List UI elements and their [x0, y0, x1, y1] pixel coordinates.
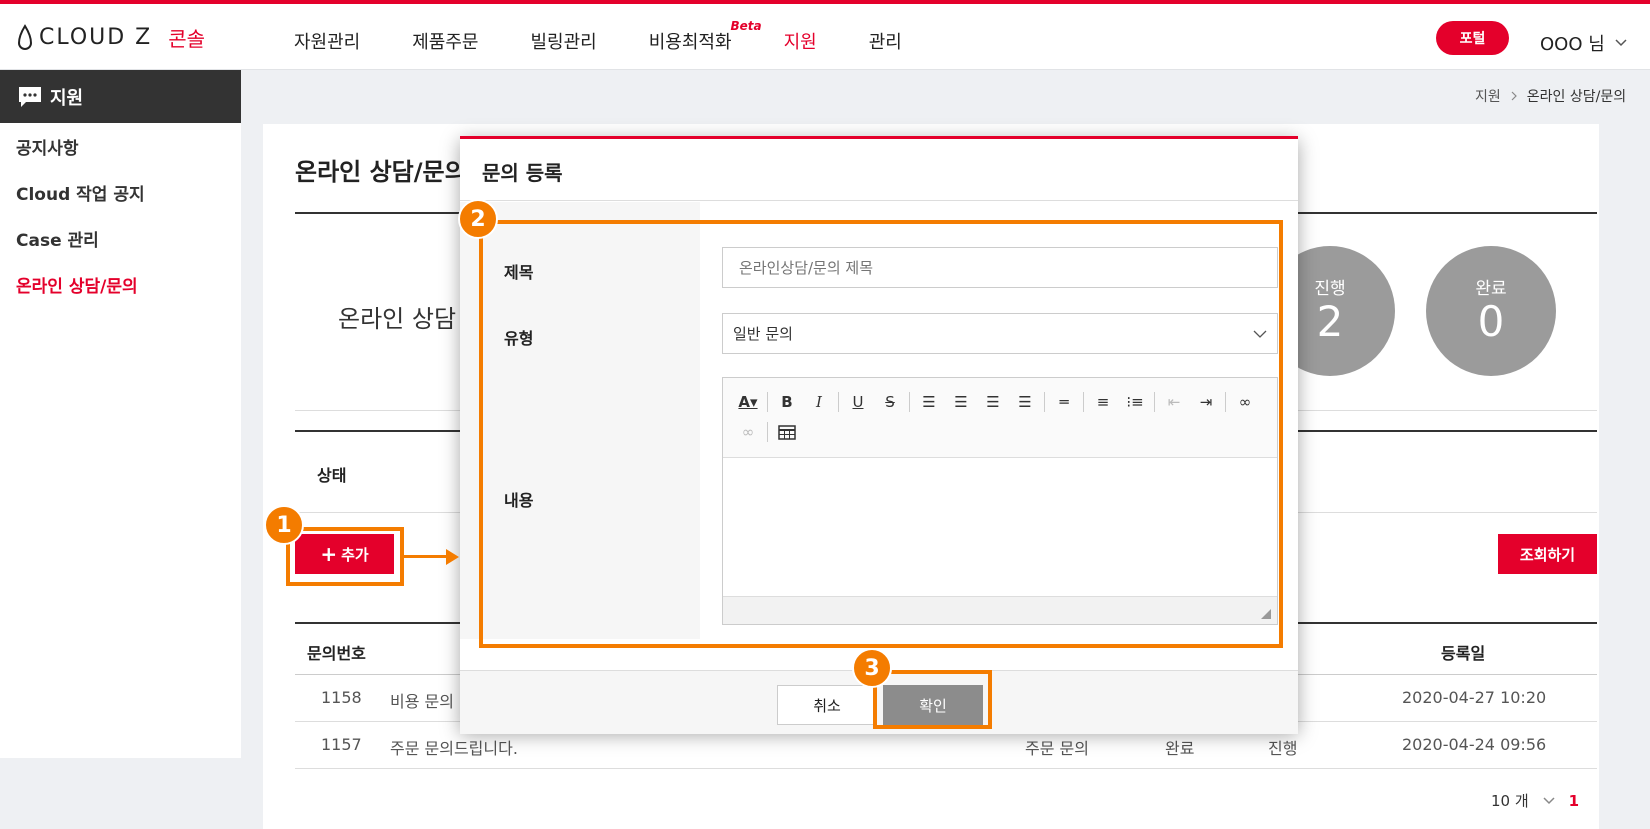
cloud-drop-icon	[17, 23, 33, 50]
sidebar-menu: 공지사항 Cloud 작업 공지 Case 관리 온라인 상담/문의	[0, 123, 241, 317]
chevron-down-icon[interactable]	[1543, 796, 1555, 805]
row-date: 2020-04-27 10:20	[1402, 688, 1547, 707]
user-menu[interactable]: OOO 님	[1540, 30, 1627, 56]
modal-title: 문의 등록	[460, 139, 1298, 201]
annotation-arrow	[404, 555, 448, 558]
row-status: 완료	[1165, 739, 1195, 758]
portal-button[interactable]: 포털	[1436, 21, 1509, 55]
sidebar-header: 지원	[0, 70, 241, 123]
sidebar-item-cloud-work-notice[interactable]: Cloud 작업 공지	[0, 179, 241, 225]
chevron-right-icon	[1511, 91, 1517, 101]
page-title: 온라인 상담/문의	[295, 158, 467, 186]
row-type: 주문 문의	[1025, 739, 1089, 758]
row-date: 2020-04-24 09:56	[1402, 735, 1547, 754]
row-id: 1157	[321, 735, 362, 754]
breadcrumb-root[interactable]: 지원	[1475, 86, 1501, 106]
sidebar-title: 지원	[50, 87, 84, 109]
sidebar: 지원 공지사항 Cloud 작업 공지 Case 관리 온라인 상담/문의	[0, 70, 241, 758]
highlight-confirm-button	[873, 670, 992, 729]
status-filter-label: 상태	[317, 466, 347, 485]
top-header: CLOUD Z 콘솔 자원관리 제품주문 빌링관리 비용최적화 Beta 지원 …	[0, 4, 1650, 70]
nav-resources[interactable]: 자원관리	[294, 28, 360, 54]
logo-text: CLOUD Z	[39, 25, 153, 50]
breadcrumb: 지원 온라인 상담/문의	[1475, 86, 1626, 106]
search-button[interactable]: 조회하기	[1498, 534, 1597, 574]
highlight-add-button	[286, 527, 404, 586]
step-badge-1: 1	[264, 505, 304, 545]
step-badge-2: 2	[458, 199, 498, 239]
user-name: OOO 님	[1540, 34, 1605, 55]
nav-billing[interactable]: 빌링관리	[531, 28, 597, 54]
cancel-button[interactable]: 취소	[777, 685, 877, 725]
row-id: 1158	[321, 688, 362, 707]
col-inquiry-number[interactable]: 문의번호	[307, 640, 366, 664]
col-registered-date[interactable]: 등록일	[1441, 640, 1485, 664]
logo[interactable]: CLOUD Z 콘솔	[17, 23, 205, 52]
page-number[interactable]: 1	[1569, 792, 1579, 810]
annotation-arrow-head	[446, 549, 459, 565]
main-nav: 자원관리 제품주문 빌링관리 비용최적화 Beta 지원 관리	[294, 19, 954, 54]
step-badge-3: 3	[852, 648, 892, 688]
stat-complete-value: 0	[1477, 297, 1505, 346]
pagination: 10 개 1	[1491, 790, 1579, 811]
sidebar-item-case-management[interactable]: Case 관리	[0, 225, 241, 271]
beta-badge: Beta	[730, 19, 762, 33]
sidebar-item-notice[interactable]: 공지사항	[0, 133, 241, 179]
nav-support[interactable]: 지원	[784, 28, 817, 54]
nav-cost-optimization[interactable]: 비용최적화 Beta	[648, 19, 762, 54]
logo-console-label: 콘솔	[168, 27, 206, 51]
page-size-select[interactable]: 10 개	[1491, 790, 1529, 811]
sidebar-item-online-inquiry[interactable]: 온라인 상담/문의	[0, 271, 241, 317]
highlight-form-area	[479, 220, 1283, 648]
stat-complete-label: 완료	[1475, 279, 1507, 299]
nav-orders[interactable]: 제품주문	[412, 28, 478, 54]
chat-bubble-icon	[19, 86, 41, 107]
row-title[interactable]: 비용 문의	[390, 688, 454, 712]
row-title[interactable]: 주문 문의드립니다.	[390, 735, 518, 759]
row-progress: 진행	[1268, 739, 1298, 758]
breadcrumb-current: 온라인 상담/문의	[1526, 89, 1627, 105]
chevron-down-icon	[1615, 39, 1627, 47]
nav-cost-optimization-label: 비용최적화	[648, 32, 732, 53]
summary-label: 온라인 상담	[338, 305, 457, 333]
nav-admin[interactable]: 관리	[869, 28, 902, 54]
stat-complete: 완료 0	[1426, 246, 1556, 376]
